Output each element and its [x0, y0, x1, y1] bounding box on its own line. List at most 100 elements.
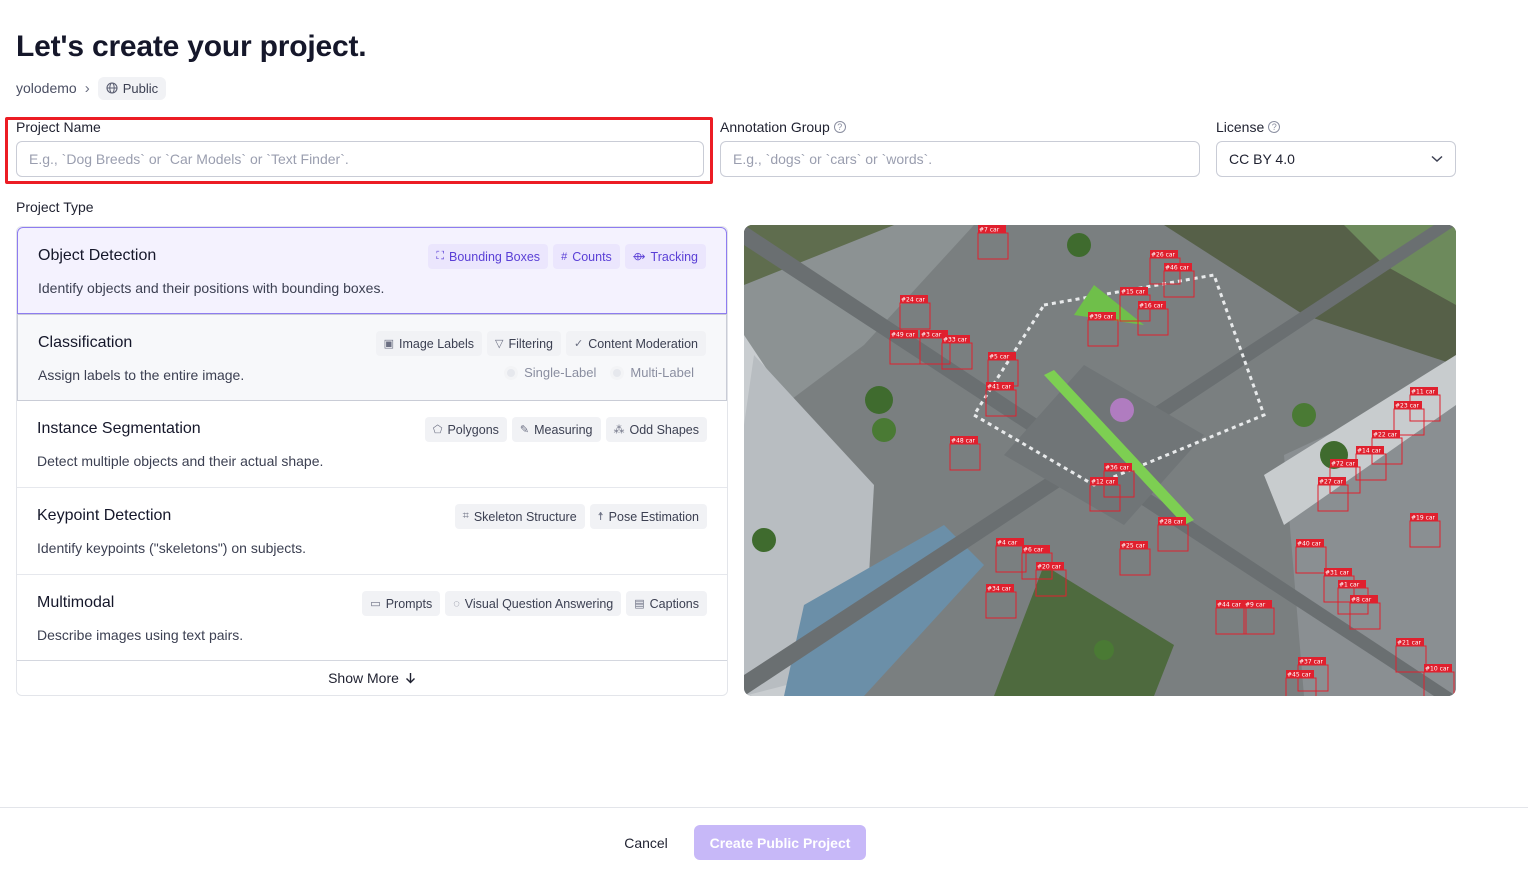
detection-label: #5 car	[989, 354, 1010, 361]
tag-image-labels: ▣ Image Labels	[375, 331, 483, 356]
tag-tracking: ⟴ Tracking	[624, 244, 706, 269]
globe-icon	[106, 82, 118, 94]
detection-label: #49 car	[891, 332, 916, 339]
visibility-badge[interactable]: Public	[97, 76, 167, 100]
project-name-input[interactable]	[16, 141, 704, 177]
tag-counts: # Counts	[553, 244, 620, 269]
type-name: Instance Segmentation	[37, 420, 201, 437]
detection-label: #21 car	[1397, 640, 1422, 647]
example-preview-image: #7 car #26 car #46 car #24 car #15 car #16 ca…	[744, 225, 1456, 696]
hash-icon: #	[561, 250, 568, 263]
license-label: License ?	[1216, 119, 1281, 135]
tag-prompts: ▭ Prompts	[362, 591, 441, 616]
arrow-down-icon	[405, 673, 415, 684]
aerial-intersection-image: #7 car #26 car #46 car #24 car #15 car #16 ca…	[744, 225, 1456, 696]
type-description: Assign labels to the entire image.	[38, 367, 245, 383]
detection-label: #14 car	[1357, 448, 1382, 455]
detection-label: #34 car	[987, 586, 1012, 593]
pose-icon: ☨	[597, 511, 604, 523]
detection-label: #11 car	[1411, 389, 1436, 396]
tag-captions: ▤ Captions	[626, 591, 707, 616]
detection-label: #7 car	[979, 227, 1000, 234]
tag-content-moderation: ✓ Content Moderation	[565, 331, 706, 356]
detection-label: #10 car	[1425, 666, 1450, 673]
tag-polygons: ⬠ Polygons	[424, 417, 507, 442]
caption-icon: ▤	[634, 598, 645, 610]
detection-label: #22 car	[1373, 432, 1398, 439]
detection-label: #16 car	[1139, 303, 1164, 310]
multi-label-radio[interactable]: Multi-Label	[610, 365, 694, 380]
footer-bar: Cancel Create Public Project	[0, 807, 1528, 871]
project-type-instance-segmentation[interactable]: Instance Segmentation ⬠ Polygons ✎ Measuri…	[17, 401, 727, 488]
detection-label: #20 car	[1037, 564, 1062, 571]
shapes-icon: ⁂	[613, 424, 625, 436]
help-icon[interactable]: ?	[833, 121, 846, 133]
detection-label: #24 car	[901, 297, 926, 304]
project-type-keypoint-detection[interactable]: Keypoint Detection ⌗ Skeleton Structure ☨…	[17, 488, 727, 575]
project-name-label: Project Name	[16, 119, 101, 135]
type-name: Keypoint Detection	[37, 507, 172, 524]
tag-filtering: ▽ Filtering	[487, 331, 561, 356]
project-type-list: Object Detection ⛶ Bounding Boxes # Counts…	[16, 226, 728, 696]
chevron-right-icon: ›	[84, 79, 90, 97]
type-description: Describe images using text pairs.	[37, 627, 244, 643]
breadcrumb: yolodemo › Public	[16, 75, 167, 101]
detection-label: #12 car	[1091, 479, 1116, 486]
tag-odd-shapes: ⁂ Odd Shapes	[605, 417, 707, 442]
type-name: Classification	[38, 334, 133, 351]
type-description: Identify objects and their positions wit…	[38, 280, 385, 296]
detection-label: #72 car	[1331, 461, 1356, 468]
type-description: Detect multiple objects and their actual…	[37, 453, 324, 469]
page-title: Let's create your project.	[16, 30, 367, 63]
project-type-classification[interactable]: Classification ▣ Image Labels ▽ Filtering …	[17, 314, 727, 401]
detection-label: #44 car	[1217, 602, 1242, 609]
license-value: CC BY 4.0	[1229, 151, 1295, 167]
type-name: Object Detection	[38, 247, 157, 264]
detection-label: #26 car	[1151, 252, 1176, 259]
project-type-label: Project Type	[16, 199, 94, 215]
radio-icon	[610, 365, 625, 380]
annotation-group-input[interactable]	[720, 141, 1200, 177]
license-select[interactable]: CC BY 4.0	[1216, 141, 1456, 177]
detection-label: #31 car	[1325, 570, 1350, 577]
visibility-label: Public	[122, 80, 159, 96]
detection-label: #8 car	[1351, 597, 1372, 604]
tag-bounding-boxes: ⛶ Bounding Boxes	[428, 244, 549, 269]
help-icon[interactable]: ?	[1268, 121, 1281, 133]
check-icon: ✓	[573, 338, 584, 350]
filter-icon: ▽	[495, 338, 504, 350]
tracking-icon: ⟴	[632, 251, 646, 263]
detection-label: #28 car	[1159, 519, 1184, 526]
annotation-group-label: Annotation Group ?	[720, 119, 846, 135]
create-project-button[interactable]: Create Public Project	[694, 825, 866, 860]
detection-label: #25 car	[1121, 543, 1146, 550]
detection-label: #41 car	[987, 384, 1012, 391]
detection-label: #4 car	[997, 540, 1018, 547]
type-description: Identify keypoints ("skeletons") on subj…	[37, 540, 307, 556]
tag-measuring: ✎ Measuring	[511, 417, 601, 442]
tag-skeleton-structure: ⌗ Skeleton Structure	[454, 504, 585, 529]
project-type-multimodal[interactable]: Multimodal ▭ Prompts ◌ Visual Question Ans…	[17, 575, 727, 662]
detection-label: #9 car	[1245, 602, 1266, 609]
polygon-icon: ⬠	[432, 424, 443, 436]
detection-label: #6 car	[1023, 547, 1044, 554]
detection-label: #39 car	[1089, 314, 1114, 321]
detection-label: #36 car	[1105, 465, 1130, 472]
detection-label: #19 car	[1411, 515, 1436, 522]
ruler-icon: ✎	[519, 424, 530, 436]
single-label-radio[interactable]: Single-Label	[504, 365, 596, 380]
detection-label: #33 car	[943, 337, 968, 344]
detection-label: #15 car	[1121, 289, 1146, 296]
detection-label: #48 car	[951, 438, 976, 445]
workspace-link[interactable]: yolodemo	[16, 80, 77, 96]
project-type-object-detection[interactable]: Object Detection ⛶ Bounding Boxes # Counts…	[17, 227, 727, 314]
show-more-button[interactable]: Show More	[17, 660, 727, 695]
detection-label: #27 car	[1319, 479, 1344, 486]
detection-label: #40 car	[1297, 541, 1322, 548]
cancel-button[interactable]: Cancel	[604, 825, 688, 860]
prompt-icon: ▭	[370, 598, 381, 610]
detection-label: #46 car	[1165, 265, 1190, 272]
detection-label: #1 car	[1339, 582, 1360, 589]
bounding-box-icon: ⛶	[436, 250, 445, 262]
detection-label: #3 car	[921, 332, 942, 339]
